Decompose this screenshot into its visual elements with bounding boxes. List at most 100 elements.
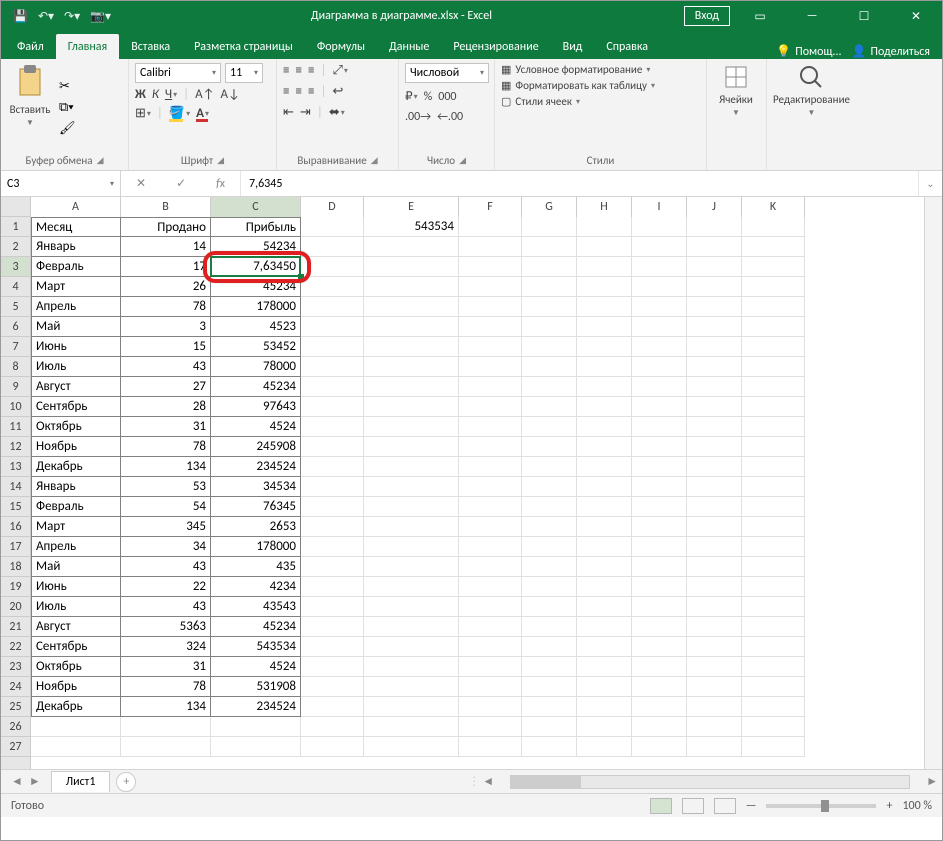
cell[interactable] — [742, 737, 805, 757]
add-sheet-button[interactable]: + — [116, 772, 136, 792]
cell[interactable] — [522, 577, 577, 597]
row-header[interactable]: 6 — [1, 317, 30, 337]
cell[interactable]: 54 — [121, 497, 211, 517]
cell[interactable] — [577, 217, 632, 237]
cell[interactable] — [301, 677, 364, 697]
cancel-icon[interactable]: ✕ — [136, 176, 146, 191]
cell[interactable]: Январь — [31, 237, 121, 257]
cell[interactable]: 43 — [121, 357, 211, 377]
cell[interactable] — [121, 737, 211, 757]
cell[interactable] — [687, 317, 742, 337]
cell[interactable] — [459, 497, 522, 517]
cell[interactable] — [522, 517, 577, 537]
cell[interactable] — [577, 637, 632, 657]
cell[interactable] — [687, 237, 742, 257]
share-button[interactable]: 👤 Поделиться — [852, 44, 930, 59]
cell[interactable]: Май — [31, 557, 121, 577]
format-painter-icon[interactable]: 🖌 — [59, 121, 76, 136]
cell[interactable] — [459, 297, 522, 317]
cell[interactable]: Ноябрь — [31, 677, 121, 697]
cell[interactable] — [577, 737, 632, 757]
cell[interactable]: 97643 — [211, 397, 301, 417]
cell[interactable]: Февраль — [31, 257, 121, 277]
col-header[interactable]: C — [211, 197, 301, 217]
cell[interactable]: 53 — [121, 477, 211, 497]
cell[interactable] — [577, 557, 632, 577]
view-page-layout-icon[interactable] — [682, 798, 704, 814]
cell[interactable]: Ноябрь — [31, 437, 121, 457]
cell[interactable] — [301, 637, 364, 657]
align-center-icon[interactable]: ≡ — [295, 84, 301, 99]
row-header[interactable]: 12 — [1, 437, 30, 457]
decrease-decimal-icon[interactable]: ←.00 — [437, 110, 463, 124]
align-top-icon[interactable]: ≡ — [283, 63, 289, 78]
cell[interactable] — [364, 277, 459, 297]
cell[interactable] — [459, 217, 522, 237]
decrease-font-icon[interactable]: A↓ — [220, 87, 239, 102]
cell[interactable] — [522, 537, 577, 557]
cell[interactable] — [632, 457, 687, 477]
cell[interactable] — [121, 717, 211, 737]
sheet-tab[interactable]: Лист1 — [51, 771, 111, 792]
bold-button[interactable]: Ж — [135, 87, 146, 102]
font-size-combo[interactable]: 11▾ — [225, 63, 263, 83]
view-page-break-icon[interactable] — [714, 798, 736, 814]
underline-button[interactable]: Ч▾ — [165, 87, 177, 102]
cell[interactable] — [459, 437, 522, 457]
cell[interactable] — [577, 597, 632, 617]
enter-icon[interactable]: ✓ — [176, 176, 186, 191]
cell[interactable] — [301, 537, 364, 557]
undo-icon[interactable]: ↶▾ — [38, 9, 54, 24]
align-right-icon[interactable]: ≡ — [308, 84, 314, 99]
cell[interactable]: 45234 — [211, 617, 301, 637]
cell[interactable] — [742, 357, 805, 377]
tab-page-layout[interactable]: Разметка страницы — [182, 34, 305, 59]
cell[interactable] — [687, 617, 742, 637]
cell[interactable] — [31, 717, 121, 737]
cell[interactable] — [742, 237, 805, 257]
cell[interactable]: Май — [31, 317, 121, 337]
cell[interactable] — [577, 517, 632, 537]
col-header[interactable]: E — [364, 197, 459, 217]
cell[interactable] — [687, 377, 742, 397]
cell[interactable] — [364, 517, 459, 537]
editing-button[interactable]: Редактирование▼ — [773, 63, 850, 165]
cell[interactable] — [632, 277, 687, 297]
cell[interactable] — [577, 237, 632, 257]
sheet-next-icon[interactable]: ► — [29, 774, 41, 789]
cell[interactable]: 2653 — [211, 517, 301, 537]
cell[interactable]: 345 — [121, 517, 211, 537]
cell[interactable] — [364, 597, 459, 617]
cell[interactable] — [459, 397, 522, 417]
cell[interactable]: Март — [31, 277, 121, 297]
cell[interactable] — [577, 337, 632, 357]
cell[interactable] — [632, 217, 687, 237]
cell[interactable] — [577, 297, 632, 317]
cell[interactable] — [211, 717, 301, 737]
cell[interactable]: 76345 — [211, 497, 301, 517]
cell[interactable] — [742, 657, 805, 677]
cell[interactable] — [522, 437, 577, 457]
cell[interactable] — [632, 577, 687, 597]
cell[interactable] — [687, 577, 742, 597]
cell[interactable] — [742, 257, 805, 277]
ribbon-options-icon[interactable]: ▭ — [738, 1, 782, 31]
cell[interactable] — [301, 577, 364, 597]
cell[interactable] — [522, 557, 577, 577]
cell[interactable] — [301, 397, 364, 417]
fill-handle[interactable] — [298, 274, 304, 280]
cell[interactable] — [577, 537, 632, 557]
cell[interactable]: 53452 — [211, 337, 301, 357]
cell[interactable] — [687, 697, 742, 717]
name-box[interactable]: C3▾ — [1, 171, 121, 196]
cell[interactable]: 134 — [121, 457, 211, 477]
cell[interactable] — [522, 637, 577, 657]
cell[interactable]: 31 — [121, 417, 211, 437]
cell[interactable] — [301, 337, 364, 357]
cell[interactable] — [301, 657, 364, 677]
cell[interactable] — [459, 577, 522, 597]
close-icon[interactable]: ✕ — [894, 1, 938, 31]
cell[interactable]: 531908 — [211, 677, 301, 697]
cell[interactable] — [577, 437, 632, 457]
cell[interactable] — [522, 377, 577, 397]
